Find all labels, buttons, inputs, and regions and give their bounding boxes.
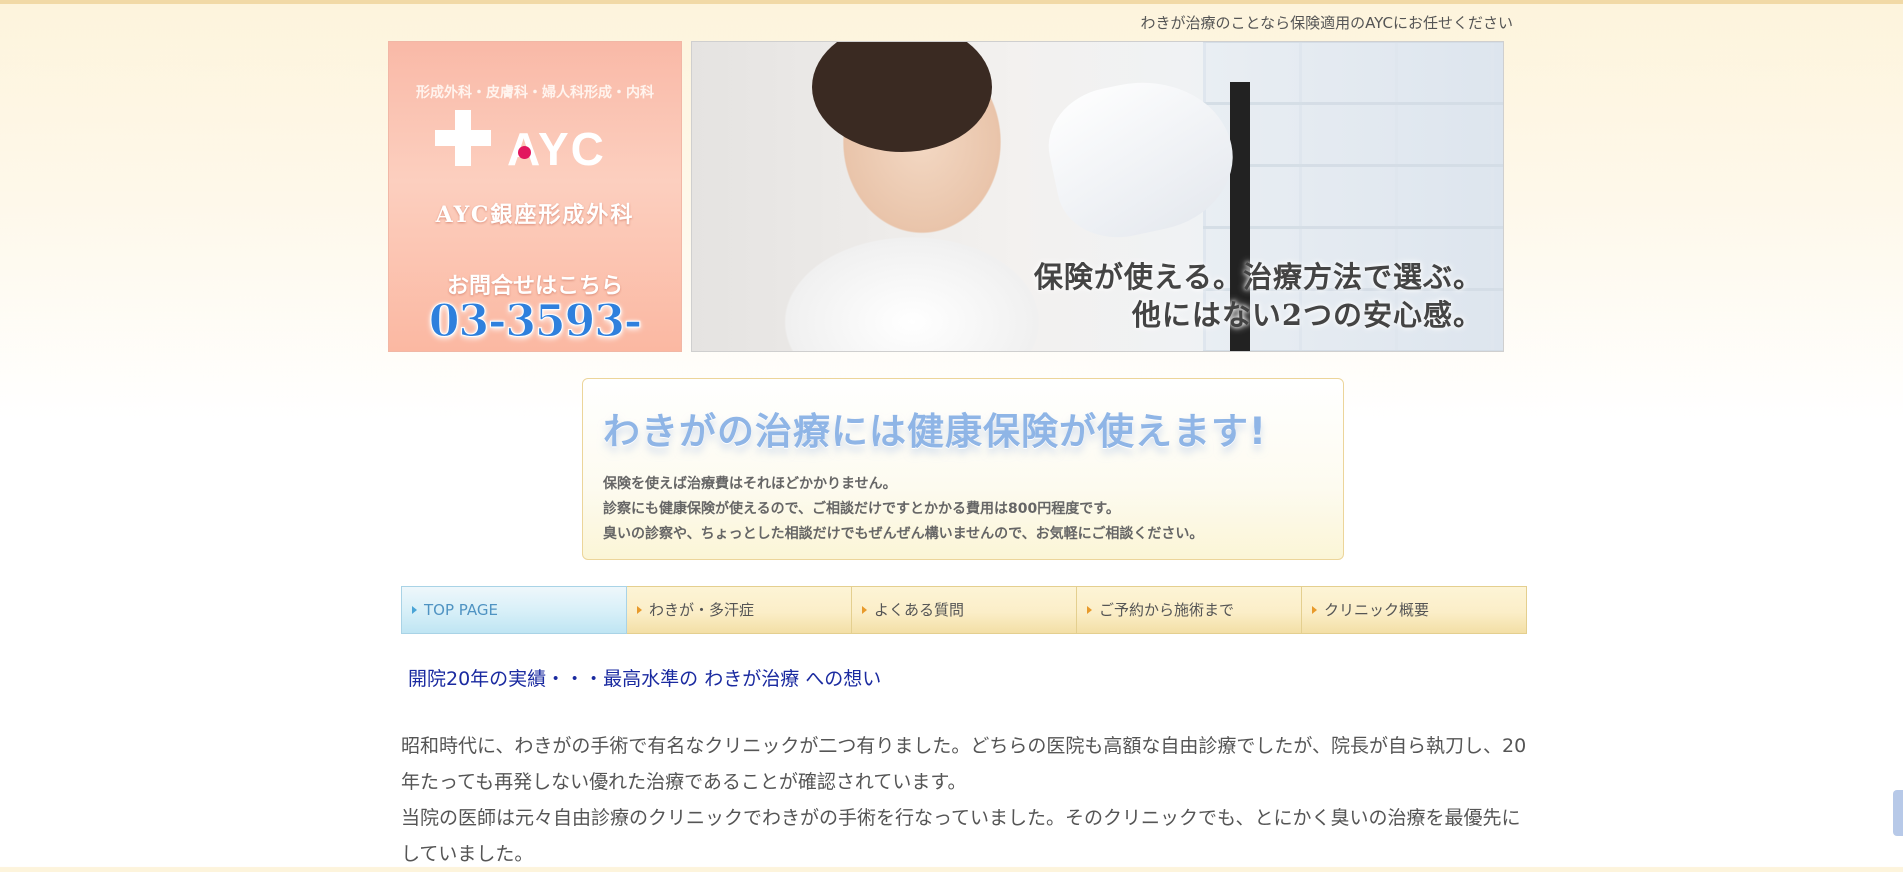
notice-line: 保険を使えば治療費はそれほどかかりません。 xyxy=(603,476,897,492)
hero-slogan-line1: 保険が使える。治療方法で選ぶ。 xyxy=(1033,260,1483,294)
header-tagline: わきが治療のことなら保険適用のAYCにお任せください xyxy=(1140,14,1513,32)
section-heading: 開院20年の実績・・・最高水準の わきが治療 への想い xyxy=(408,668,882,690)
nav-faq[interactable]: よくある質問 xyxy=(852,586,1077,634)
main-navigation: TOP PAGE わきが・多汗症 よくある質問 ご予約から施術まで クリニック概… xyxy=(401,586,1527,634)
nav-clinic-overview[interactable]: クリニック概要 xyxy=(1302,586,1527,634)
notice-line: 診察にも健康保険が使えるので、ご相談だけですとかかる費用は800円程度です。 xyxy=(603,501,1120,517)
clinic-logo-banner[interactable]: 形成外科・皮膚科・婦人科形成・内科 AYC AYC銀座形成外科 お問合せはこちら… xyxy=(388,41,682,352)
hero-banner: 保険が使える。治療方法で選ぶ。 他にはない2つの安心感。 xyxy=(691,41,1504,352)
notice-title: わきがの治療には健康保険が使えます! xyxy=(603,410,1267,453)
notice-line: 臭いの診察や、ちょっとした相談だけでもぜんぜん構いませんので、お気軽にご相談くだ… xyxy=(603,526,1204,542)
content-paragraph: 昭和時代に、わきがの手術で有名なクリニックが二つ有りました。どちらの医院も高額な… xyxy=(401,728,1531,872)
nav-reservation-to-treatment[interactable]: ご予約から施術まで xyxy=(1077,586,1302,634)
top-accent-line xyxy=(0,0,1903,4)
clinic-name: AYC銀座形成外科 xyxy=(435,202,635,228)
medical-cross-icon xyxy=(435,110,491,166)
hero-slogan-line2: 他にはない2つの安心感。 xyxy=(1131,298,1483,332)
phone-number[interactable]: 03-3593-5223 xyxy=(389,296,681,352)
departments-text: 形成外科・皮膚科・婦人科形成・内科 xyxy=(416,85,654,101)
brand-dot-icon xyxy=(518,146,531,159)
page-top-scroll-tab[interactable] xyxy=(1893,790,1903,836)
paragraph-2: 当院の医師は元々自由診療のクリニックでわきがの手術を行なっていました。そのクリニ… xyxy=(401,807,1521,865)
nav-top-page[interactable]: TOP PAGE xyxy=(401,586,627,634)
insurance-notice-box: わきがの治療には健康保険が使えます! 保険を使えば治療費はそれほどかかりません。… xyxy=(582,378,1344,560)
nav-wakiga-hyperhidrosis[interactable]: わきが・多汗症 xyxy=(627,586,852,634)
paragraph-1: 昭和時代に、わきがの手術で有名なクリニックが二つ有りました。どちらの医院も高額な… xyxy=(401,735,1527,793)
